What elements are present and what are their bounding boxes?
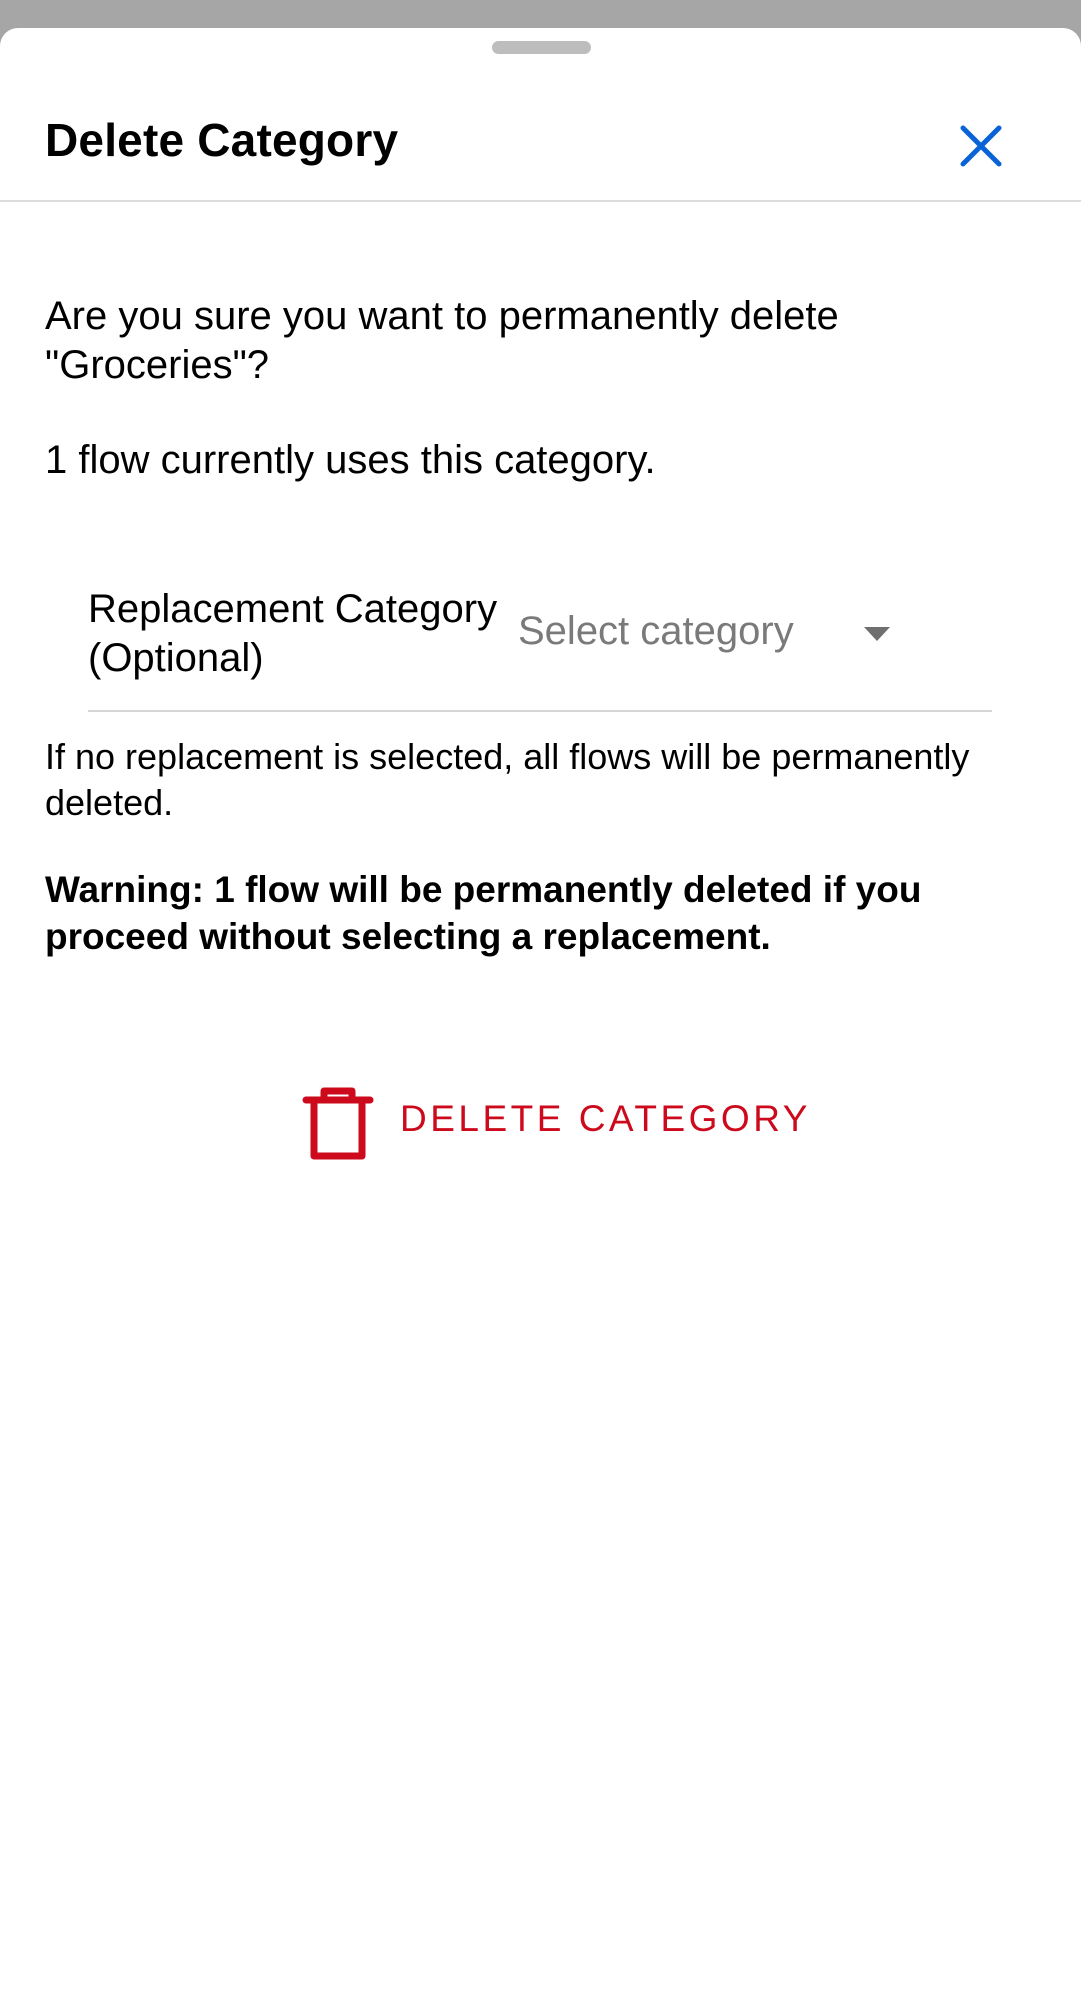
warning-message: Warning: 1 flow will be permanently dele… (45, 869, 922, 957)
sheet-header: Delete Category (0, 68, 1081, 200)
replacement-category-label: Replacement Category (Optional) (88, 587, 498, 680)
category-select[interactable]: Select category (518, 597, 938, 677)
replacement-category-field: Replacement Category (Optional) Select c… (88, 557, 992, 712)
caret-down-icon (864, 627, 890, 641)
dialog-title: Delete Category (45, 114, 399, 166)
drag-handle[interactable] (492, 41, 591, 54)
delete-category-button[interactable]: DELETE CATEGORY (298, 1078, 807, 1160)
confirm-message: Are you sure you want to permanently del… (45, 294, 839, 387)
header-divider (0, 200, 1081, 202)
close-button[interactable] (946, 111, 1016, 181)
replacement-note: If no replacement is selected, all flows… (45, 736, 970, 823)
usage-message: 1 flow currently uses this category. (45, 438, 656, 482)
select-placeholder: Select category (518, 609, 794, 653)
bottom-sheet: Delete Category Are you sure you want to… (0, 28, 1081, 1999)
close-icon (960, 125, 1002, 167)
delete-category-label: DELETE CATEGORY (400, 1098, 811, 1139)
trash-icon (302, 1087, 374, 1160)
field-underline (88, 710, 992, 712)
